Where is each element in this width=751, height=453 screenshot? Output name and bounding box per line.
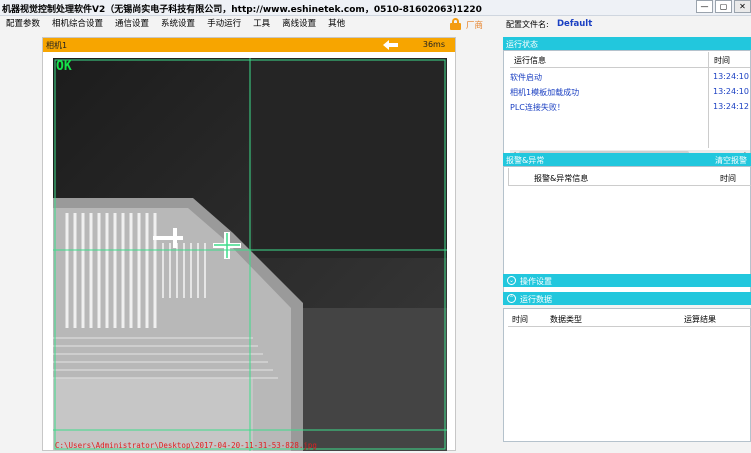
status-row-info: PLC连接失败！ [510, 103, 565, 112]
run-data-col-type: 数据类型 [550, 315, 582, 324]
alarm-col-divider [508, 168, 509, 185]
status-header-divider [510, 67, 750, 68]
chevron-up-icon[interactable]: ⌃ [507, 294, 516, 303]
window-title: 机器视觉控制处理软件V2（无锡尚实电子科技有限公司，http://www.esh… [2, 5, 482, 15]
run-data-table: 时间 数据类型 运算结果 [503, 308, 751, 442]
run-data-header[interactable]: ⌃ 运行数据 [503, 292, 751, 305]
title-bar: 机器视觉控制处理软件V2（无锡尚实电子科技有限公司，http://www.esh… [0, 0, 751, 16]
config-file: 配置文件名: Default [506, 18, 746, 32]
status-header: 运行状态 [503, 37, 751, 50]
status-col-time: 时间 [714, 56, 730, 65]
menu-offline-settings[interactable]: 离线设置 [276, 16, 322, 32]
camera-image[interactable]: OK C:\Users\Administrator\Desktop\2017-0… [53, 58, 447, 451]
camera-image-graphic [53, 58, 447, 451]
app-window: 机器视觉控制处理软件V2（无锡尚实电子科技有限公司，http://www.esh… [0, 0, 751, 453]
lock-icon [450, 18, 461, 30]
clear-alarm-button[interactable]: 清空报警 [715, 155, 747, 166]
menu-comm-settings[interactable]: 通信设置 [109, 16, 155, 32]
menu-system-settings[interactable]: 系统设置 [155, 16, 201, 32]
menu-tools[interactable]: 工具 [247, 16, 276, 32]
run-data-title: 运行数据 [520, 295, 552, 304]
close-button[interactable]: ✕ [734, 0, 751, 13]
camera-header: 相机1 36ms [43, 38, 455, 52]
status-row-time: 13:24:10 [713, 72, 749, 81]
manufacturer-button[interactable]: 厂商 [446, 15, 490, 33]
alarm-header: 报警&异常 清空报警 [503, 153, 751, 166]
arrow-left-icon[interactable] [383, 40, 399, 50]
run-data-header-divider [508, 326, 751, 327]
status-row-time: 13:24:10 [713, 87, 749, 96]
camera-panel: 相机1 36ms OK C:\Users\Administrator\Deskt… [42, 37, 456, 451]
run-data-col-result: 运算结果 [684, 315, 716, 324]
alarm-col-time: 时间 [720, 174, 736, 183]
window-controls: — ▢ ✕ [694, 0, 751, 13]
chevron-down-icon[interactable]: ⌄ [507, 276, 516, 285]
status-title: 运行状态 [506, 40, 538, 49]
status-row-info: 相机1模板加载成功 [510, 88, 580, 97]
alarm-col-info: 报警&异常信息 [534, 174, 589, 183]
alarm-header-divider [508, 185, 751, 186]
minimize-button[interactable]: — [696, 0, 713, 13]
status-row-time: 13:24:12 [713, 102, 749, 111]
config-file-value: Default [557, 19, 593, 29]
run-data-col-time: 时间 [512, 315, 528, 324]
operation-title: 操作设置 [520, 277, 552, 286]
camera-title: 相机1 [46, 41, 68, 50]
image-path: C:\Users\Administrator\Desktop\2017-04-2… [55, 441, 317, 450]
menu-camera-settings[interactable]: 相机综合设置 [46, 16, 109, 32]
config-file-label: 配置文件名: [506, 20, 549, 29]
status-row-info: 软件启动 [510, 73, 542, 82]
menu-bar: 配置参数 相机综合设置 通信设置 系统设置 手动运行 工具 离线设置 其他 [0, 16, 500, 32]
status-col-info: 运行信息 [514, 56, 546, 65]
menu-config-params[interactable]: 配置参数 [0, 16, 46, 32]
camera-time: 36ms [422, 40, 445, 49]
inspection-result: OK [56, 59, 72, 74]
status-table: 运行信息 时间 软件启动 13:24:10 相机1模板加载成功 13:24:10… [503, 50, 751, 160]
status-col-divider [708, 52, 709, 148]
menu-other[interactable]: 其他 [322, 16, 351, 32]
alarm-title: 报警&异常 [506, 156, 545, 165]
manufacturer-label: 厂商 [466, 21, 484, 31]
operation-header[interactable]: ⌄ 操作设置 [503, 274, 751, 287]
maximize-button[interactable]: ▢ [715, 0, 732, 13]
menu-manual-run[interactable]: 手动运行 [201, 16, 247, 32]
